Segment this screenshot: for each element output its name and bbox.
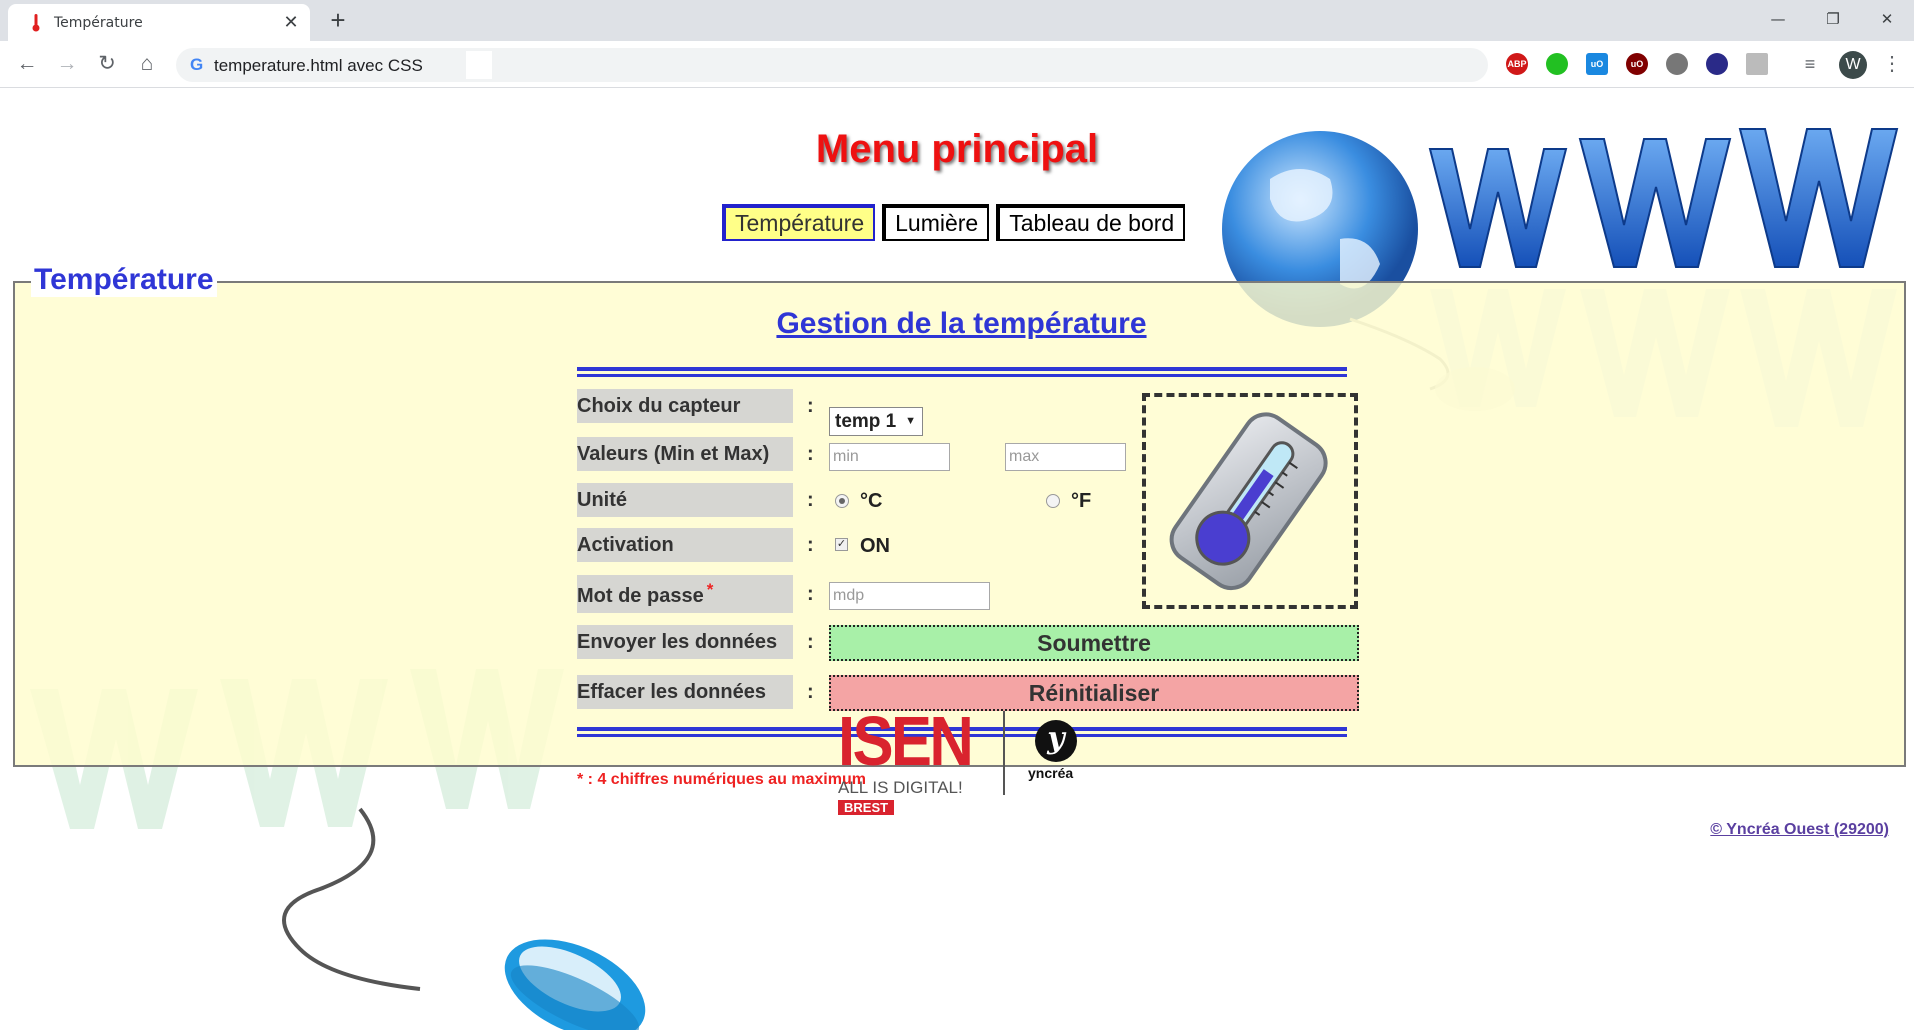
sensor-select[interactable]: temp 1 ▼ [829, 407, 923, 436]
adblock-plus-icon[interactable]: ABP [1506, 53, 1528, 75]
page-content: Menu principal Température Lumière Table… [0, 89, 1914, 1030]
thermometer-favicon-icon [32, 14, 40, 32]
sensor-label: Choix du capteur [577, 389, 793, 423]
lock-icon[interactable] [1706, 53, 1728, 75]
sensor-select-value: temp 1 [835, 411, 897, 432]
activation-checkbox[interactable]: ✓ [835, 538, 848, 551]
max-input[interactable]: max [1005, 443, 1126, 471]
isen-logo-tagline: ALL IS DIGITAL! [838, 778, 963, 797]
send-label: Envoyer les données [577, 625, 793, 659]
yncrea-logo-text: yncréa [1028, 765, 1074, 781]
address-bar[interactable]: G temperature.html avec CSS [176, 48, 1488, 82]
submit-button[interactable]: Soumettre [829, 625, 1359, 661]
yncrea-logo-icon: y [1035, 720, 1077, 762]
browser-toolbar: ← → ↻ ⌂ G temperature.html avec CSS ABP … [0, 41, 1914, 88]
top-divider [577, 367, 1347, 377]
section-title: Gestion de la température [776, 307, 1147, 340]
main-menu: Température Lumière Tableau de bord [722, 204, 1186, 241]
celsius-label: °C [860, 490, 883, 512]
password-label: Mot de passe * [577, 575, 793, 613]
profile-avatar[interactable]: W [1839, 51, 1867, 79]
fieldset-legend: Température [31, 263, 217, 297]
circle-icon[interactable] [1666, 53, 1688, 75]
chevron-down-icon: ▼ [905, 415, 916, 427]
colon: : [807, 681, 814, 703]
page-title: Menu principal [815, 127, 1099, 171]
tab-close-icon[interactable]: ✕ [280, 11, 302, 33]
temperature-fieldset: Température Gestion de la température Ch… [13, 263, 1906, 838]
unit-label: Unité [577, 483, 793, 517]
colon: : [807, 583, 814, 605]
clear-label: Effacer les données [577, 675, 793, 709]
restore-icon[interactable]: ❐ [1810, 0, 1856, 40]
fahrenheit-radio[interactable] [1046, 494, 1060, 508]
reload-icon[interactable]: ↻ [92, 49, 122, 79]
min-input[interactable]: min [829, 443, 950, 471]
ublock-icon[interactable]: uO [1626, 53, 1648, 75]
required-mark: * [706, 580, 714, 599]
address-cursor-box [466, 51, 492, 79]
browser-tab[interactable]: Température ✕ [8, 4, 310, 41]
menu-item-temperature[interactable]: Température [722, 204, 876, 241]
pdf-icon[interactable] [1746, 53, 1768, 75]
activation-label: Activation [577, 528, 793, 562]
back-arrow-icon[interactable]: ← [12, 49, 42, 79]
thermometer-icon [1169, 412, 1328, 591]
thermometer-image-frame [1142, 393, 1358, 609]
tab-title: Température [54, 15, 143, 31]
browser-tab-strip: Température ✕ + — ❐ ✕ [0, 0, 1914, 41]
activation-option-label: ON [860, 535, 890, 557]
address-text: temperature.html avec CSS [214, 56, 423, 75]
fahrenheit-label: °F [1071, 490, 1092, 512]
password-input[interactable]: mdp [829, 582, 990, 610]
window-close-icon[interactable]: ✕ [1864, 0, 1910, 40]
logo-separator [1003, 711, 1005, 795]
forward-arrow-icon[interactable]: → [52, 49, 82, 79]
google-icon: G [190, 55, 204, 74]
menu-item-lumiere[interactable]: Lumière [882, 204, 990, 241]
new-tab-button[interactable]: + [324, 7, 352, 35]
isen-logo-city: BREST [838, 800, 895, 815]
colon: : [807, 631, 814, 653]
colon: : [807, 489, 814, 511]
colon: : [807, 395, 814, 417]
range-label: Valeurs (Min et Max) [577, 437, 793, 471]
password-label-text: Mot de passe [577, 585, 704, 607]
isen-logo: ISEN ALL IS DIGITAL! BREST [838, 702, 989, 817]
media-control-icon[interactable]: ≡ [1795, 49, 1825, 79]
browser-menu-icon[interactable]: ⋮ [1880, 49, 1904, 79]
colon: : [807, 443, 814, 465]
colon: : [807, 534, 814, 556]
password-footnote: * : 4 chiffres numériques au maximum [577, 771, 866, 788]
copyright-link[interactable]: © Yncréa Ouest (29200) [1710, 821, 1889, 839]
minimize-icon[interactable]: — [1755, 0, 1801, 40]
menu-item-tableau-de-bord[interactable]: Tableau de bord [996, 204, 1186, 241]
home-icon[interactable]: ⌂ [132, 49, 162, 79]
isen-logo-wordmark: ISEN [838, 702, 974, 780]
celsius-radio[interactable] [835, 494, 849, 508]
s-icon[interactable]: uO [1586, 53, 1608, 75]
green-puzzle-icon[interactable] [1546, 53, 1568, 75]
